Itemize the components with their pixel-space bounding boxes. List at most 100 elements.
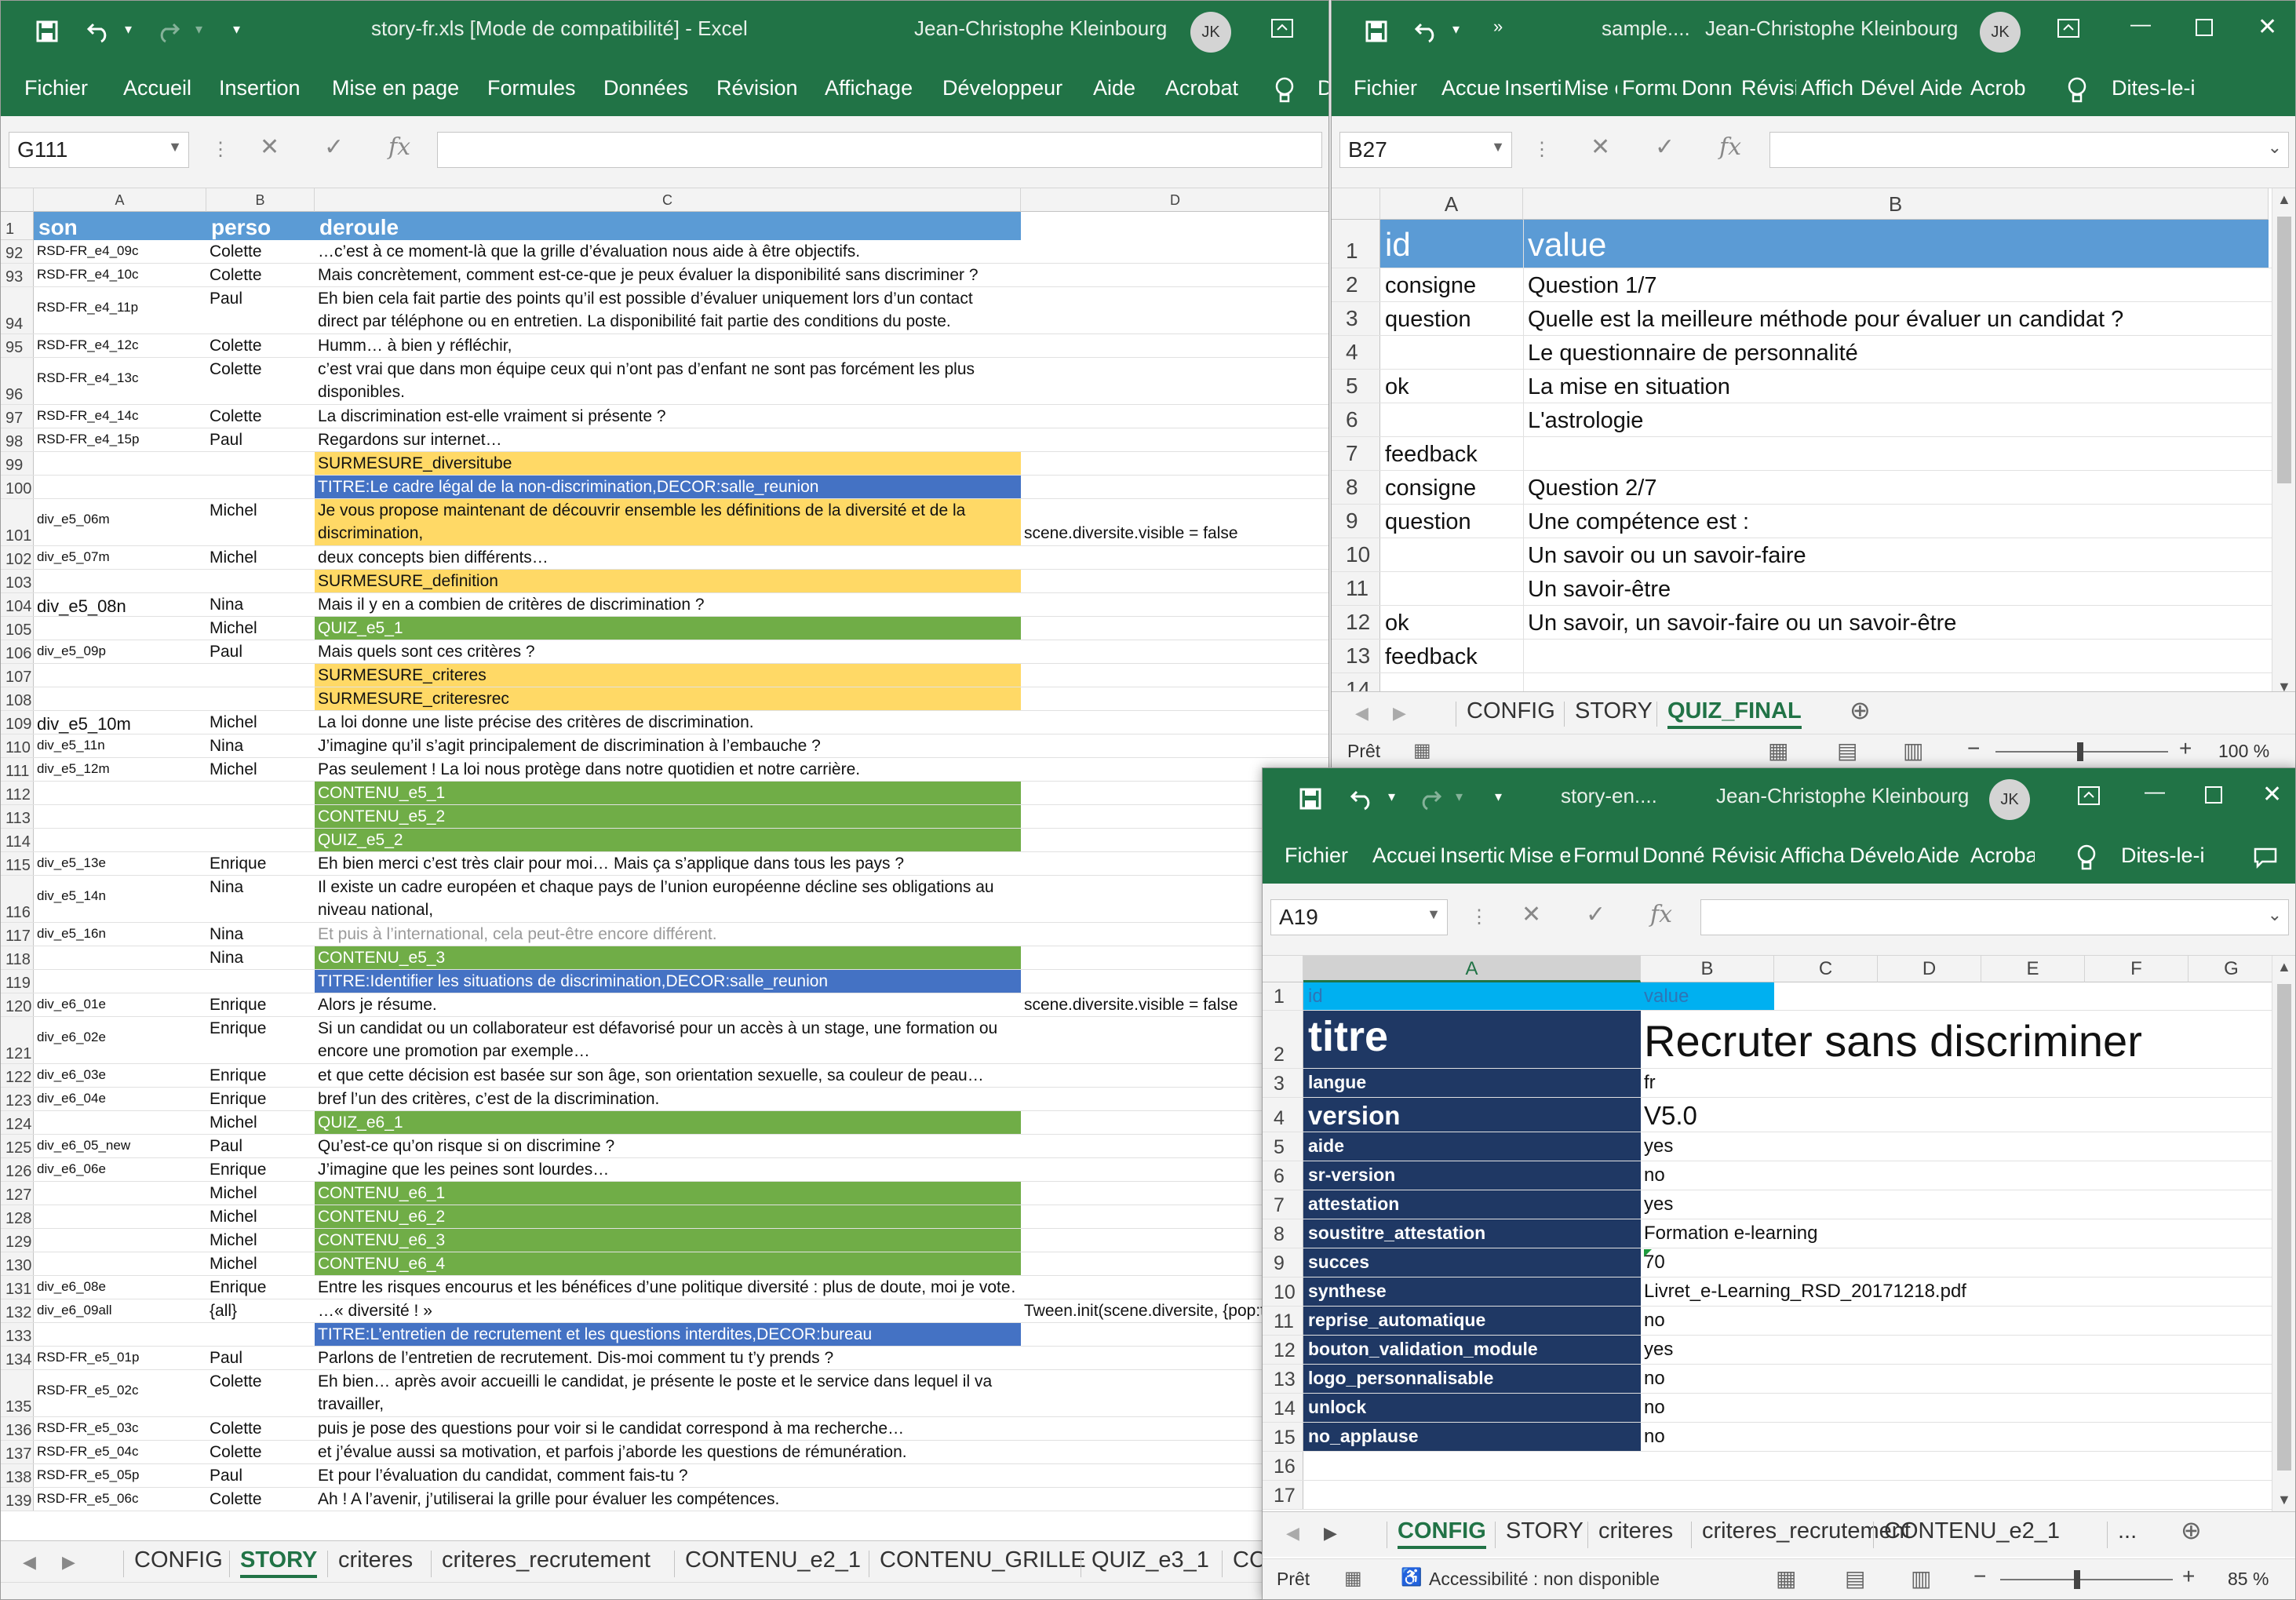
cell-id[interactable]: feedback: [1385, 442, 1523, 468]
sheet-tab-config[interactable]: CONFIG: [134, 1547, 223, 1573]
maximize-icon[interactable]: [2204, 785, 2223, 804]
formula-input[interactable]: ⌄: [1700, 899, 2289, 935]
cell-perso[interactable]: Nina: [210, 878, 313, 897]
cell-perso[interactable]: Nina: [210, 737, 313, 756]
cell-perso[interactable]: Paul: [210, 643, 313, 662]
comment-icon[interactable]: [2253, 847, 2278, 869]
row-number[interactable]: 129: [1, 1229, 34, 1252]
cell-son[interactable]: div_e5_13e: [37, 855, 203, 871]
cell-deroule[interactable]: Pas seulement ! La loi nous protège dans…: [318, 760, 1018, 779]
cell-son[interactable]: div_e6_05_new: [37, 1138, 203, 1154]
row-number[interactable]: 138: [1, 1464, 34, 1488]
cell-value[interactable]: Question 2/7: [1528, 476, 2265, 501]
cell-id[interactable]: ok: [1385, 374, 1523, 400]
row-number[interactable]: 116: [1, 876, 34, 923]
ribbon-tab-developpeur[interactable]: Développeur: [942, 76, 1062, 100]
cell-id[interactable]: unlock: [1308, 1397, 1638, 1418]
cell-perso[interactable]: Enrique: [210, 855, 313, 873]
ribbon-tab-acrobat[interactable]: Acrobat: [1165, 76, 1238, 100]
row-number[interactable]: 93: [1, 264, 34, 287]
undo-icon[interactable]: [1349, 785, 1376, 811]
row-number[interactable]: 97: [1, 405, 34, 428]
sheet-tab-contenu_grille[interactable]: CONTENU_GRILLE: [880, 1547, 1086, 1573]
cell-id[interactable]: synthese: [1308, 1281, 1638, 1302]
sheet-tab-criteres[interactable]: criteres: [1598, 1518, 1673, 1544]
cell-deroule[interactable]: puis je pose des questions pour voir si …: [318, 1420, 1018, 1438]
cell-perso[interactable]: Michel: [210, 501, 313, 520]
row-number[interactable]: 92: [1, 240, 34, 264]
cell-value[interactable]: no: [1644, 1310, 2209, 1332]
cell-id[interactable]: aide: [1308, 1135, 1638, 1157]
row-number[interactable]: 101: [1, 499, 34, 546]
cell-value[interactable]: yes: [1644, 1135, 2209, 1157]
normal-view-icon[interactable]: ▦: [1768, 738, 1788, 764]
cell-deroule[interactable]: TITRE:Identifier les situations de discr…: [318, 972, 1018, 991]
sheet-tab-story[interactable]: STORY: [240, 1547, 318, 1578]
cell-deroule[interactable]: CONTENU_e6_3: [318, 1231, 1018, 1250]
row-number[interactable]: 4: [1332, 336, 1380, 370]
row-number[interactable]: 7: [1332, 437, 1380, 471]
cell-value[interactable]: yes: [1644, 1194, 2209, 1215]
ribbon-display-options-icon[interactable]: [2077, 785, 2101, 806]
cell-id[interactable]: soustitre_attestation: [1308, 1223, 1638, 1244]
sheet-tab-config[interactable]: CONFIG: [1398, 1518, 1486, 1549]
zoom-in-icon[interactable]: +: [2179, 736, 2192, 761]
row-number[interactable]: 10: [1332, 538, 1380, 572]
ribbon-tab-fichier[interactable]: Fichier: [1285, 844, 1348, 868]
ribbon-tab-developpeur[interactable]: Dével: [1860, 76, 1915, 100]
cell-perso[interactable]: Enrique: [210, 996, 313, 1015]
cell-script[interactable]: scene.diversite.visible = false: [1024, 524, 1328, 543]
row-number[interactable]: 139: [1, 1488, 34, 1511]
cell-son[interactable]: RSD-FR_e5_02c: [37, 1383, 203, 1398]
zoom-out-icon[interactable]: −: [1967, 736, 1980, 761]
tab-scroll-left-icon[interactable]: ◀: [1286, 1523, 1299, 1544]
row-number[interactable]: 115: [1, 852, 34, 876]
cell-perso[interactable]: Enrique: [210, 1278, 313, 1297]
cell-son[interactable]: RSD-FR_e5_05p: [37, 1467, 203, 1483]
cell-deroule[interactable]: CONTENU_e6_4: [318, 1255, 1018, 1274]
avatar[interactable]: JK: [1989, 779, 2030, 820]
ribbon-tab-developpeur[interactable]: Dévelo: [1850, 844, 1914, 868]
cell-id[interactable]: version: [1308, 1101, 1638, 1131]
undo-icon[interactable]: [1413, 18, 1440, 43]
row-number[interactable]: 16: [1263, 1452, 1303, 1481]
vertical-scrollbar[interactable]: ▲ ▼: [2272, 188, 2295, 698]
cell-son[interactable]: div_e6_03e: [37, 1067, 203, 1083]
row-number[interactable]: 5: [1332, 370, 1380, 403]
cell-deroule[interactable]: La loi donne une liste précise des critè…: [318, 713, 1018, 732]
ribbon-tab-fichier[interactable]: Fichier: [24, 76, 88, 100]
zoom-slider-thumb[interactable]: [2077, 742, 2083, 761]
ribbon-tab-aide[interactable]: Aide: [1917, 844, 1967, 868]
cell-deroule[interactable]: Si un candidat ou un collaborateur est d…: [318, 1019, 1018, 1038]
expand-formula-icon[interactable]: ⌄: [2268, 905, 2282, 925]
row-number[interactable]: 104: [1, 593, 34, 617]
cell-id[interactable]: consigne: [1385, 476, 1523, 501]
row-number[interactable]: 108: [1, 687, 34, 711]
cell-id[interactable]: id: [1308, 986, 1638, 1008]
cell-deroule[interactable]: et j’évalue aussi sa motivation, et parf…: [318, 1443, 1018, 1462]
cell-deroule[interactable]: QUIZ_e5_2: [318, 831, 1018, 850]
cell-perso[interactable]: Michel: [210, 549, 313, 567]
cell-deroule[interactable]: CONTENU_e6_2: [318, 1208, 1018, 1226]
macro-recorder-icon[interactable]: ▦: [1344, 1567, 1362, 1590]
cell-deroule[interactable]: CONTENU_e6_1: [318, 1184, 1018, 1203]
row-number[interactable]: 122: [1, 1064, 34, 1088]
insert-function-icon[interactable]: fx: [1650, 901, 1672, 928]
cell-id[interactable]: bouton_validation_module: [1308, 1339, 1638, 1360]
cell-id[interactable]: question: [1385, 307, 1523, 333]
worksheet-grid[interactable]: A B C D E F G 1 id value 2 titre Recruter sans discr…: [1263, 956, 2295, 1511]
cell-son[interactable]: div_e5_09p: [37, 643, 203, 659]
row-number[interactable]: 15: [1263, 1423, 1303, 1452]
worksheet-grid[interactable]: A B 1 id value 2 consigne Question 1/7 3 question…: [1332, 188, 2295, 698]
maximize-icon[interactable]: [2195, 18, 2214, 37]
cell-deroule[interactable]: Il existe un cadre européen et chaque pa…: [318, 878, 1018, 897]
tab-scroll-right-icon[interactable]: ▶: [1393, 703, 1406, 723]
tab-scroll-right-icon[interactable]: ▶: [1324, 1523, 1337, 1544]
cell-son[interactable]: div_e6_09all: [37, 1303, 203, 1318]
cell-value[interactable]: no: [1644, 1164, 2209, 1186]
cell-deroule[interactable]: SURMESURE_criteres: [318, 666, 1018, 685]
cell-son[interactable]: RSD-FR_e5_01p: [37, 1350, 203, 1365]
insert-function-icon[interactable]: fx: [388, 133, 410, 161]
ribbon-tab-affichage[interactable]: Affich: [1801, 76, 1856, 100]
cell-son[interactable]: RSD-FR_e4_14c: [37, 408, 203, 424]
